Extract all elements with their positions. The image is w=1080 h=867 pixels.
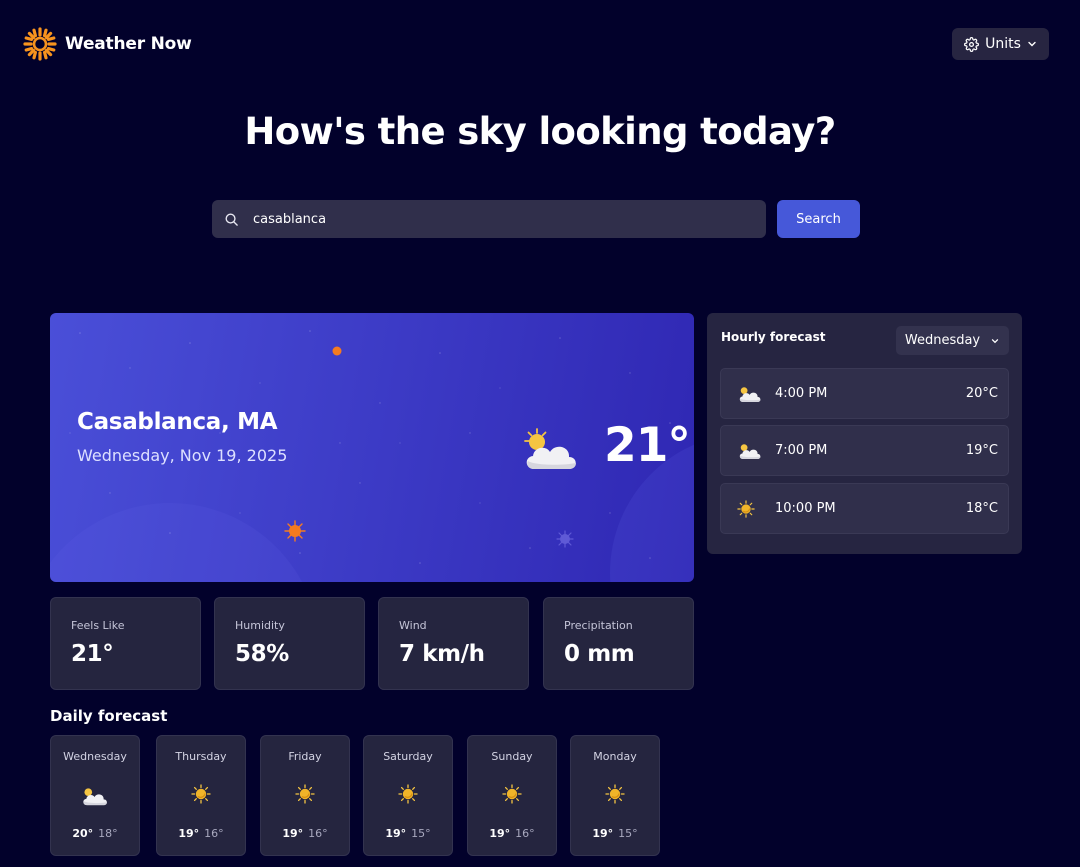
sun-icon bbox=[502, 784, 522, 804]
partly-cloudy-icon bbox=[524, 428, 576, 469]
hourly-forecast-panel: Hourly forecast Wednesday 4:00 PM 20°C 7… bbox=[707, 313, 1022, 554]
hourly-row: 7:00 PM 19°C bbox=[720, 425, 1009, 476]
day-temps: 20° 18° bbox=[51, 827, 139, 840]
sun-icon bbox=[605, 784, 625, 804]
stat-value: 58% bbox=[235, 641, 289, 667]
daily-card-friday: Friday 19° 16° bbox=[260, 735, 350, 856]
sun-logo-icon bbox=[23, 27, 57, 61]
daily-card-monday: Monday 19° 15° bbox=[570, 735, 660, 856]
hour-time: 10:00 PM bbox=[775, 501, 836, 516]
day-high: 19° bbox=[282, 827, 304, 840]
hourly-row: 10:00 PM 18°C bbox=[720, 483, 1009, 534]
units-label: Units bbox=[985, 36, 1021, 52]
stat-feels-like: Feels Like 21° bbox=[50, 597, 201, 690]
hour-time: 4:00 PM bbox=[775, 386, 828, 401]
sun-icon bbox=[398, 784, 418, 804]
daily-card-thursday: Thursday 19° 16° bbox=[156, 735, 246, 856]
stat-label: Precipitation bbox=[564, 619, 633, 632]
stat-label: Humidity bbox=[235, 619, 285, 632]
day-name: Sunday bbox=[491, 750, 533, 763]
day-temps: 19° 16° bbox=[261, 827, 349, 840]
daily-forecast-title: Daily forecast bbox=[50, 707, 168, 725]
hour-temp: 20°C bbox=[965, 386, 998, 401]
day-low: 18° bbox=[98, 827, 118, 840]
day-select-dropdown[interactable]: Wednesday bbox=[896, 326, 1009, 355]
hour-time: 7:00 PM bbox=[775, 443, 828, 458]
search-input[interactable] bbox=[253, 211, 733, 227]
day-name: Friday bbox=[288, 750, 322, 763]
chevron-down-icon bbox=[1028, 41, 1036, 47]
stat-value: 7 km/h bbox=[399, 641, 485, 667]
day-select-value: Wednesday bbox=[904, 333, 981, 348]
sun-icon bbox=[191, 784, 211, 804]
day-temps: 19° 15° bbox=[571, 827, 659, 840]
app-title: Weather Now bbox=[65, 34, 192, 54]
day-name: Monday bbox=[593, 750, 637, 763]
hour-temp: 18°C bbox=[965, 501, 998, 516]
chevron-down-icon bbox=[991, 338, 999, 343]
day-high: 19° bbox=[489, 827, 511, 840]
day-temps: 19° 16° bbox=[468, 827, 556, 840]
day-low: 15° bbox=[618, 827, 638, 840]
stat-value: 21° bbox=[71, 641, 114, 667]
day-low: 16° bbox=[204, 827, 224, 840]
stat-label: Wind bbox=[399, 619, 427, 632]
daily-card-sunday: Sunday 19° 16° bbox=[467, 735, 557, 856]
day-temps: 19° 15° bbox=[364, 827, 452, 840]
app-logo[interactable]: Weather Now bbox=[23, 27, 192, 61]
units-button[interactable]: Units bbox=[952, 28, 1049, 60]
stat-wind: Wind 7 km/h bbox=[378, 597, 529, 690]
current-temperature: 21° bbox=[604, 418, 691, 473]
day-temps: 19° 16° bbox=[157, 827, 245, 840]
sun-icon bbox=[295, 784, 315, 804]
search-button[interactable]: Search bbox=[777, 200, 860, 238]
day-low: 15° bbox=[411, 827, 431, 840]
stat-precipitation: Precipitation 0 mm bbox=[543, 597, 694, 690]
hourly-forecast-title: Hourly forecast bbox=[721, 330, 826, 344]
current-weather-card: Casablanca, MA Wednesday, Nov 19, 2025 2… bbox=[50, 313, 694, 582]
day-name: Saturday bbox=[383, 750, 433, 763]
day-low: 16° bbox=[308, 827, 328, 840]
page-title: How's the sky looking today? bbox=[244, 110, 836, 153]
stat-value: 0 mm bbox=[564, 641, 635, 667]
day-low: 16° bbox=[515, 827, 535, 840]
sun-icon bbox=[737, 499, 755, 518]
day-name: Wednesday bbox=[63, 750, 127, 763]
search-box[interactable] bbox=[212, 200, 766, 238]
day-high: 20° bbox=[72, 827, 94, 840]
partly-cloudy-icon bbox=[739, 443, 761, 459]
day-high: 19° bbox=[178, 827, 200, 840]
daily-card-wednesday: Wednesday 20° 18° bbox=[50, 735, 140, 856]
hourly-row: 4:00 PM 20°C bbox=[720, 368, 1009, 419]
day-high: 19° bbox=[385, 827, 407, 840]
stat-label: Feels Like bbox=[71, 619, 125, 632]
search-icon bbox=[225, 213, 238, 226]
hour-temp: 19°C bbox=[965, 443, 998, 458]
partly-cloudy-icon bbox=[83, 788, 107, 806]
day-name: Thursday bbox=[175, 750, 227, 763]
stat-humidity: Humidity 58% bbox=[214, 597, 365, 690]
current-date: Wednesday, Nov 19, 2025 bbox=[77, 446, 288, 465]
gear-icon bbox=[964, 36, 980, 52]
day-high: 19° bbox=[592, 827, 614, 840]
daily-card-saturday: Saturday 19° 15° bbox=[363, 735, 453, 856]
current-city: Casablanca, MA bbox=[77, 409, 278, 435]
partly-cloudy-icon bbox=[739, 386, 761, 402]
